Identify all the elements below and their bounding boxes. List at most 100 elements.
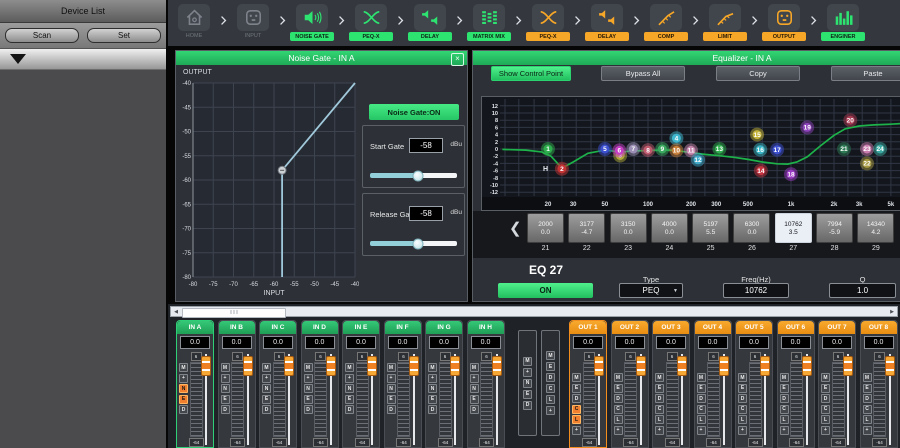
- scrollbar-thumb[interactable]: [182, 308, 286, 318]
- fader-handle[interactable]: [802, 356, 812, 376]
- fader-handle[interactable]: [636, 356, 646, 376]
- device-list-expander[interactable]: [0, 49, 166, 70]
- channel-btn-N[interactable]: N: [387, 384, 396, 393]
- set-button[interactable]: Set: [87, 28, 161, 43]
- eq-band-24[interactable]: 40000.024: [651, 213, 688, 252]
- channel-btn-L[interactable]: L: [780, 415, 789, 424]
- bands-prev-chevron-icon[interactable]: ❮: [509, 219, 522, 237]
- channel-btn-M[interactable]: M: [697, 373, 706, 382]
- channel-btn-D[interactable]: D: [470, 405, 479, 414]
- fader[interactable]: [677, 350, 688, 445]
- noise-gate-control-point[interactable]: [278, 166, 286, 174]
- channel-btn-M[interactable]: M: [262, 363, 271, 372]
- scroll-right-arrow-icon[interactable]: ▶: [887, 307, 897, 316]
- master-btn-E[interactable]: E: [523, 390, 532, 399]
- channel-btn-M[interactable]: M: [428, 363, 437, 372]
- eq-point-21[interactable]: 21: [837, 142, 851, 156]
- channel-btn-L[interactable]: L: [738, 415, 747, 424]
- toolbar-item-enginer-11[interactable]: ENGINER: [821, 4, 865, 41]
- channel-btn-M[interactable]: M: [863, 373, 872, 382]
- eq-point-24[interactable]: 24: [873, 142, 887, 156]
- channel-tab-out-6[interactable]: OUT 6: [778, 321, 814, 334]
- eq-point-4[interactable]: 4: [669, 131, 683, 145]
- channel-btn-D[interactable]: D: [387, 405, 396, 414]
- fader[interactable]: [201, 350, 212, 445]
- fader-handle[interactable]: [367, 356, 377, 376]
- channel-gain-value[interactable]: 0.0: [698, 336, 728, 349]
- channel-btn-D[interactable]: D: [221, 405, 230, 414]
- channel-btn-L[interactable]: L: [655, 415, 664, 424]
- channel-btn-E[interactable]: E: [572, 384, 581, 393]
- channel-gain-value[interactable]: 0.0: [739, 336, 769, 349]
- channel-strip-out-8[interactable]: OUT 80.0MEDCL+6-64: [860, 320, 898, 448]
- fader-handle[interactable]: [243, 356, 253, 376]
- eq-band-27[interactable]: 107623.527: [775, 213, 812, 252]
- channel-gain-value[interactable]: 0.0: [346, 336, 376, 349]
- master-btn-+[interactable]: +: [523, 368, 532, 377]
- master-btn-D[interactable]: D: [523, 401, 532, 410]
- eq-point-18[interactable]: 18: [784, 167, 798, 181]
- channel-tab-out-8[interactable]: OUT 8: [861, 321, 897, 334]
- toolbar-item-noise-gate-2[interactable]: NOISE GATE: [290, 4, 334, 41]
- toolbar-item-comp-8[interactable]: COMP: [644, 4, 688, 41]
- toolbar-item-home-0[interactable]: HOME: [172, 4, 216, 41]
- channel-btn-M[interactable]: M: [614, 373, 623, 382]
- channel-strip-in-e[interactable]: IN E0.0M+NED6-64: [342, 320, 380, 448]
- channel-tab-out-1[interactable]: OUT 1: [570, 321, 606, 334]
- channel-tab-in-f[interactable]: IN F: [385, 321, 421, 334]
- channel-btn-+[interactable]: +: [304, 374, 313, 383]
- channel-btn-C[interactable]: C: [821, 405, 830, 414]
- close-icon[interactable]: ×: [451, 53, 464, 66]
- channel-btn-M[interactable]: M: [221, 363, 230, 372]
- fader-handle[interactable]: [594, 356, 604, 376]
- channel-btn-E[interactable]: E: [345, 395, 354, 404]
- channel-btn-M[interactable]: M: [655, 373, 664, 382]
- channel-btn-D[interactable]: D: [179, 405, 188, 414]
- channel-btn-C[interactable]: C: [863, 405, 872, 414]
- channel-btn-E[interactable]: E: [655, 384, 664, 393]
- fader[interactable]: [450, 350, 461, 445]
- fader-handle[interactable]: [677, 356, 687, 376]
- eq-point-17[interactable]: 17: [770, 143, 784, 157]
- channel-btn-D[interactable]: D: [262, 405, 271, 414]
- channel-btn-D[interactable]: D: [655, 394, 664, 403]
- channel-gain-value[interactable]: 0.0: [305, 336, 335, 349]
- channel-btn-+[interactable]: +: [262, 374, 271, 383]
- channel-btn-N[interactable]: N: [304, 384, 313, 393]
- master-btn-E[interactable]: E: [546, 362, 555, 371]
- channel-btn-N[interactable]: N: [221, 384, 230, 393]
- master-btn-M[interactable]: M: [546, 351, 555, 360]
- channel-tab-out-3[interactable]: OUT 3: [653, 321, 689, 334]
- scroll-left-arrow-icon[interactable]: ◀: [171, 307, 181, 316]
- channel-tab-out-7[interactable]: OUT 7: [819, 321, 855, 334]
- channel-btn-E[interactable]: E: [221, 395, 230, 404]
- channel-gain-value[interactable]: 0.0: [656, 336, 686, 349]
- channel-tab-in-c[interactable]: IN C: [260, 321, 296, 334]
- channel-gain-value[interactable]: 0.0: [222, 336, 252, 349]
- eq-band-23[interactable]: 31500.023: [610, 213, 647, 252]
- fader[interactable]: [243, 350, 254, 445]
- channel-btn-D[interactable]: D: [863, 394, 872, 403]
- channel-gain-value[interactable]: 0.0: [263, 336, 293, 349]
- channel-btn-M[interactable]: M: [470, 363, 479, 372]
- fader-handle[interactable]: [719, 356, 729, 376]
- channel-btn-E[interactable]: E: [262, 395, 271, 404]
- channel-strip-out-2[interactable]: OUT 20.0MEDCL+6-64: [611, 320, 649, 448]
- eq-point-19[interactable]: 19: [800, 120, 814, 134]
- channel-btn-L[interactable]: L: [821, 415, 830, 424]
- toolbar-item-delay-4[interactable]: DELAY: [408, 4, 452, 41]
- fader-handle[interactable]: [450, 356, 460, 376]
- channel-btn-E[interactable]: E: [428, 395, 437, 404]
- channel-btn-C[interactable]: C: [738, 405, 747, 414]
- toolbar-item-limit-9[interactable]: LIMIT: [703, 4, 747, 41]
- master-btn-+[interactable]: +: [546, 406, 555, 415]
- channel-btn-D[interactable]: D: [572, 394, 581, 403]
- channel-btn-N[interactable]: N: [470, 384, 479, 393]
- bypass-all-button[interactable]: Bypass All: [601, 66, 685, 81]
- channel-strip-out-1[interactable]: OUT 10.0MEDCL+6-64: [569, 320, 607, 448]
- toolbar-item-input-1[interactable]: INPUT: [231, 4, 275, 41]
- fader-handle[interactable]: [760, 356, 770, 376]
- fader[interactable]: [802, 350, 813, 445]
- toolbar-item-peq-x-3[interactable]: PEQ-X: [349, 4, 393, 41]
- copy-button[interactable]: Copy: [716, 66, 800, 81]
